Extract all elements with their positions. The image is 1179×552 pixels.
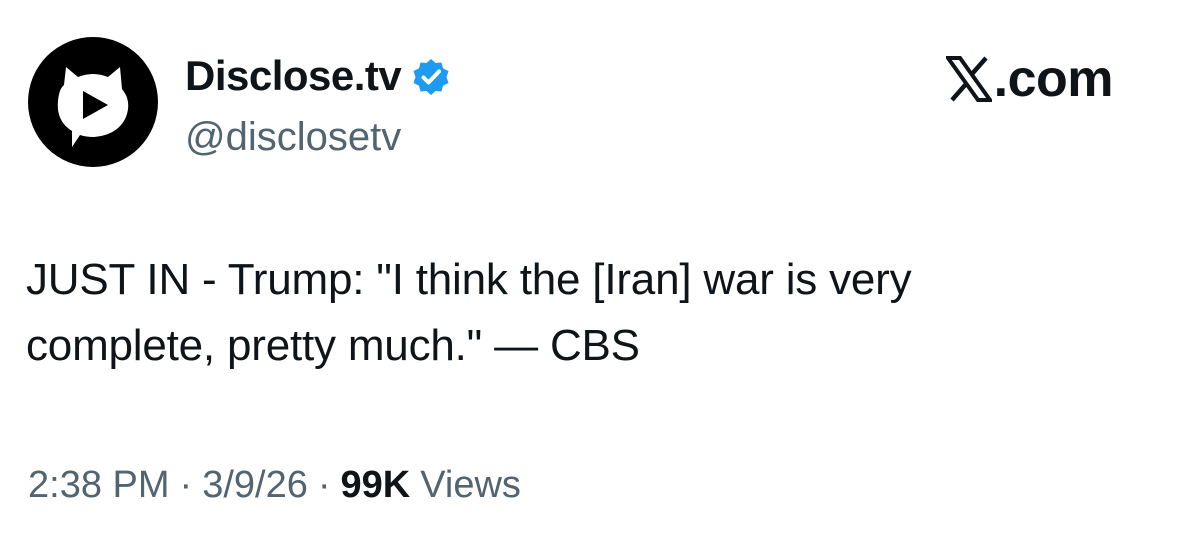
source-logo: .com	[945, 50, 1114, 108]
tweet-date[interactable]: 3/9/26	[202, 460, 308, 510]
source-domain: .com	[993, 50, 1114, 108]
views-count[interactable]: 99K	[341, 460, 411, 510]
tweet-text-line-2: complete, pretty much." — CBS	[26, 321, 640, 370]
meta-separator: ·	[179, 464, 193, 506]
handle[interactable]: @disclosetv	[185, 112, 451, 162]
verified-badge-icon	[413, 59, 449, 95]
tweet-card: Disclose.tv @disclosetv .com JUST IN - T…	[0, 0, 1179, 552]
tweet-text-line-1: JUST IN - Trump: "I think the [Iran] war…	[26, 255, 912, 304]
display-name[interactable]: Disclose.tv	[185, 50, 402, 102]
disclosetv-play-logo-icon	[28, 37, 158, 167]
tweet-text: JUST IN - Trump: "I think the [Iran] war…	[26, 247, 1146, 379]
author-block: Disclose.tv @disclosetv	[185, 50, 451, 162]
tweet-time[interactable]: 2:38 PM	[28, 460, 170, 510]
views-label[interactable]: Views	[420, 460, 521, 510]
x-logo-icon	[945, 56, 992, 102]
display-name-row: Disclose.tv	[185, 50, 451, 102]
tweet-meta: 2:38 PM · 3/9/26 · 99K Views	[28, 460, 521, 510]
avatar[interactable]	[28, 37, 158, 167]
meta-separator: ·	[317, 464, 331, 506]
